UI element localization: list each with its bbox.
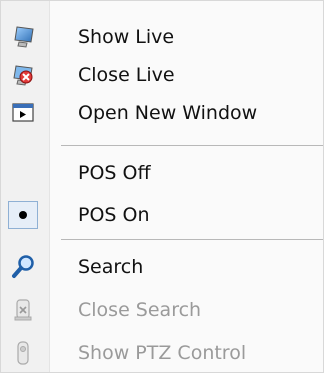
menu-separator bbox=[61, 239, 323, 240]
monitor-icon bbox=[9, 23, 37, 51]
ptz-camera-icon bbox=[9, 339, 37, 367]
menu-item-label: POS On bbox=[78, 204, 150, 226]
menu-item-show-live[interactable]: Show Live bbox=[1, 18, 323, 56]
menu-item-label: POS Off bbox=[78, 162, 151, 184]
menu-item-close-live[interactable]: Close Live bbox=[1, 56, 323, 94]
radio-checkmark bbox=[8, 201, 38, 229]
context-menu: Show Live Close Live Open New Window POS… bbox=[0, 0, 324, 373]
menu-item-pos-on[interactable]: POS On bbox=[1, 196, 323, 234]
menu-item-label: Show PTZ Control bbox=[78, 342, 247, 364]
menu-item-close-search[interactable]: Close Search bbox=[1, 291, 323, 329]
new-window-icon bbox=[9, 99, 37, 127]
close-search-icon bbox=[9, 296, 37, 324]
close-live-icon bbox=[9, 61, 37, 89]
menu-item-label: Close Live bbox=[78, 64, 175, 86]
menu-item-label: Close Search bbox=[78, 299, 202, 321]
radio-dot-icon bbox=[19, 211, 27, 219]
menu-item-pos-off[interactable]: POS Off bbox=[1, 154, 323, 192]
magnifier-icon bbox=[9, 253, 37, 281]
menu-item-label: Open New Window bbox=[78, 102, 258, 124]
menu-separator bbox=[61, 145, 323, 146]
menu-item-search[interactable]: Search bbox=[1, 248, 323, 286]
menu-item-label: Search bbox=[78, 256, 144, 278]
menu-item-show-ptz-control[interactable]: Show PTZ Control bbox=[1, 334, 323, 372]
menu-item-open-new-window[interactable]: Open New Window bbox=[1, 94, 323, 132]
menu-item-label: Show Live bbox=[78, 26, 175, 48]
